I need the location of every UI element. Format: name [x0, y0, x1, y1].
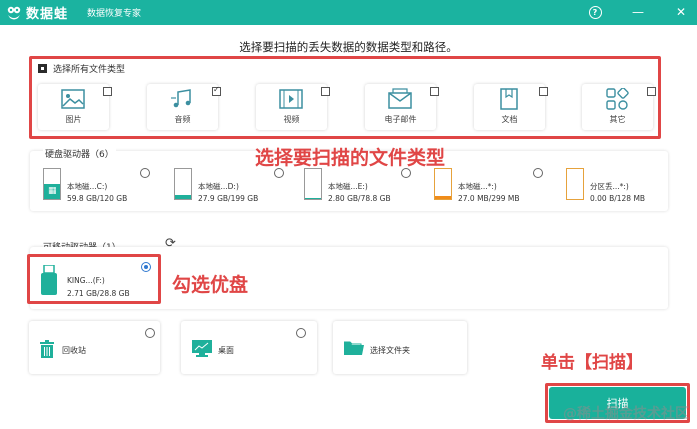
drive-lost-size: 0.00 B/128 MB	[590, 194, 646, 203]
drive-c-name: 本地磁...C:)	[67, 182, 108, 191]
drive-d[interactable]: 本地磁...D:) 27.9 GB/199 GB	[174, 168, 294, 208]
desktop-icon	[192, 340, 212, 357]
drive-usb-radio[interactable]	[141, 262, 151, 272]
filetype-image[interactable]: 图片	[38, 84, 112, 130]
drive-c-radio[interactable]	[140, 168, 150, 178]
filetype-audio-label: 音频	[174, 115, 191, 124]
audio-icon	[171, 89, 191, 108]
location-recycle-bin[interactable]: 回收站	[29, 321, 160, 374]
drive-d-name: 本地磁...D:)	[198, 182, 239, 191]
other-icon	[606, 88, 629, 110]
disk-icon: ▦	[43, 168, 61, 200]
drive-usb-name: KING...(F:)	[67, 276, 105, 285]
drive-partition-name: 本地磁...*:)	[458, 182, 497, 191]
frog-logo-icon	[7, 6, 21, 19]
filetype-other[interactable]: 其它	[582, 84, 656, 130]
app-subtitle: 数据恢复专家	[87, 9, 142, 19]
disk-icon	[174, 168, 192, 200]
filetype-email[interactable]: 电子邮件	[365, 84, 439, 130]
filetype-video-checkbox[interactable]	[321, 87, 330, 96]
title-bar: 数据蛙 数据恢复专家 ? — ✕	[0, 0, 697, 25]
document-icon	[500, 88, 518, 110]
desktop-radio[interactable]	[296, 328, 306, 338]
trash-icon	[40, 340, 54, 358]
disk-icon	[566, 168, 584, 200]
drive-partition-size: 27.0 MB/299 MB	[458, 194, 520, 203]
video-icon	[279, 89, 303, 109]
image-icon	[61, 89, 85, 109]
filetype-audio-checkbox[interactable]	[212, 85, 221, 96]
drive-lost-partition[interactable]: 分区丢...*:) 0.00 B/128 MB	[566, 168, 666, 208]
filetype-video-label: 视频	[283, 115, 300, 124]
filetype-document[interactable]: 文档	[474, 84, 548, 130]
disk-icon	[434, 168, 452, 200]
filetype-email-label: 电子邮件	[384, 115, 417, 124]
filetype-other-checkbox[interactable]	[647, 87, 656, 96]
minimize-button[interactable]: —	[630, 4, 646, 20]
select-all-label: 选择所有文件类型	[53, 65, 126, 75]
filetype-image-checkbox[interactable]	[103, 87, 112, 96]
recycle-bin-radio[interactable]	[145, 328, 155, 338]
drive-c[interactable]: ▦ 本地磁...C:) 59.8 GB/120 GB	[43, 168, 163, 208]
drive-partition-radio[interactable]	[533, 168, 543, 178]
close-icon: ✕	[675, 5, 687, 19]
drive-partition-usage-fill	[435, 196, 451, 199]
drive-d-size: 27.9 GB/199 GB	[198, 194, 259, 203]
scan-prompt: 选择要扫描的丢失数据的数据类型和路径。	[239, 40, 458, 54]
desktop-label: 桌面	[218, 346, 234, 355]
help-icon: ?	[588, 5, 602, 19]
filetype-document-checkbox[interactable]	[539, 87, 548, 96]
filetype-video[interactable]: 视频	[256, 84, 330, 130]
select-folder-label: 选择文件夹	[370, 346, 410, 355]
select-all-types[interactable]: 选择所有文件类型	[38, 62, 125, 75]
filetype-other-label: 其它	[609, 115, 626, 124]
drive-d-usage-fill	[175, 194, 191, 199]
annotation-usb: 勾选优盘	[172, 274, 249, 296]
close-button[interactable]: ✕	[673, 4, 689, 20]
drive-partition[interactable]: 本地磁...*:) 27.0 MB/299 MB	[434, 168, 554, 208]
drive-usb[interactable]: KING...(F:) 2.71 GB/28.8 GB	[37, 262, 157, 300]
drive-c-size: 59.8 GB/120 GB	[67, 194, 128, 203]
annotation-file-types: 选择要扫描的文件类型	[255, 147, 446, 169]
app-name: 数据蛙	[26, 7, 69, 22]
help-button[interactable]: ?	[587, 4, 603, 20]
drive-usb-size: 2.71 GB/28.8 GB	[67, 289, 130, 298]
drive-e-name: 本地磁...E:)	[328, 182, 368, 191]
usb-drive-icon	[41, 265, 57, 295]
watermark: @稀土掘金技术社区	[563, 406, 689, 422]
drive-e[interactable]: 本地磁...E:) 2.80 GB/78.8 GB	[304, 168, 424, 208]
location-select-folder[interactable]: 选择文件夹	[333, 321, 467, 374]
windows-icon: ▦	[48, 186, 57, 196]
recycle-bin-label: 回收站	[62, 346, 86, 355]
minimize-icon: —	[632, 5, 644, 19]
drive-e-usage-fill	[305, 197, 321, 199]
filetype-email-checkbox[interactable]	[430, 87, 439, 96]
folder-icon	[344, 341, 364, 355]
annotation-scan: 单击【扫描】	[541, 353, 643, 373]
filetype-document-label: 文档	[501, 115, 518, 124]
disk-icon	[304, 168, 322, 200]
filetype-audio[interactable]: 音频	[147, 84, 221, 130]
filetype-image-label: 图片	[65, 115, 82, 124]
email-icon	[388, 88, 412, 109]
location-desktop[interactable]: 桌面	[181, 321, 317, 374]
app-logo: 数据蛙	[6, 3, 68, 22]
drive-e-size: 2.80 GB/78.8 GB	[328, 194, 391, 203]
drive-lost-name: 分区丢...*:)	[590, 182, 629, 191]
hard-drives-label: 硬盘驱动器（6）	[43, 147, 116, 160]
select-all-checkbox[interactable]	[38, 64, 47, 73]
